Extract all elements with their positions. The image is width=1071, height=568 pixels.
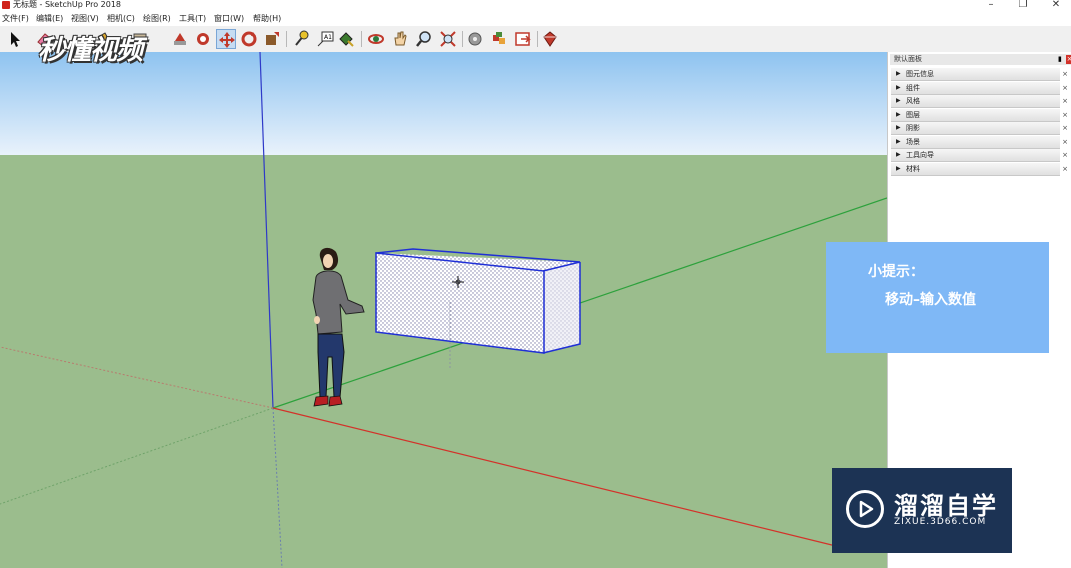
- menu-window[interactable]: 窗口(W): [214, 12, 244, 25]
- tip-body: 移动–输入数值: [885, 292, 976, 308]
- tray-label: 风格: [906, 97, 920, 105]
- text-icon[interactable]: A1: [315, 29, 335, 49]
- zoom-extents-icon[interactable]: [438, 29, 458, 49]
- components-icon[interactable]: [489, 29, 509, 49]
- expand-arrow-icon: ▶: [896, 138, 901, 145]
- panel-header: 默认面板 ▮ ×: [890, 54, 1071, 65]
- tray-close-icon[interactable]: ×: [1061, 149, 1069, 161]
- pan-icon[interactable]: [390, 29, 410, 49]
- tray-entity-info[interactable]: ▶ 图元信息: [891, 68, 1060, 81]
- minimize-button[interactable]: –: [976, 0, 1006, 11]
- tray-styles[interactable]: ▶ 风格: [891, 95, 1060, 108]
- zoom-icon[interactable]: [414, 29, 434, 49]
- sketchup-app-icon: [2, 1, 10, 9]
- pin-icon[interactable]: ▮: [1058, 54, 1062, 65]
- tape-measure-icon[interactable]: [291, 29, 311, 49]
- expand-arrow-icon: ▶: [896, 97, 901, 104]
- ruby-icon[interactable]: [540, 29, 560, 49]
- tray-close-icon[interactable]: ×: [1061, 82, 1069, 94]
- brand-watermark: 溜溜自学 ZIXUE.3D66.COM: [832, 468, 1012, 553]
- expand-arrow-icon: ▶: [896, 124, 901, 131]
- expand-arrow-icon: ▶: [896, 111, 901, 118]
- panel-close-icon[interactable]: ×: [1066, 55, 1071, 64]
- restore-button[interactable]: ❐: [1008, 0, 1038, 11]
- tray-layers[interactable]: ▶ 图层: [891, 109, 1060, 122]
- rotate-icon[interactable]: [239, 29, 259, 49]
- svg-text:A1: A1: [324, 34, 332, 41]
- tray-close-icon[interactable]: ×: [1061, 122, 1069, 134]
- move-icon[interactable]: [216, 29, 236, 49]
- toolbar-separator: [462, 31, 463, 47]
- video-watermark-logo: 秒懂视频: [38, 35, 143, 66]
- tip-title: 小提示：: [868, 264, 924, 280]
- tray-label: 阴影: [906, 124, 920, 132]
- menu-bar: 文件(F) 编辑(E) 视图(V) 相机(C) 绘图(R) 工具(T) 窗口(W…: [0, 11, 1071, 26]
- expand-arrow-icon: ▶: [896, 151, 901, 158]
- 3d-viewport[interactable]: [0, 52, 887, 568]
- menu-help[interactable]: 帮助(H): [253, 12, 281, 25]
- select-icon[interactable]: [5, 29, 25, 49]
- tray-close-icon[interactable]: ×: [1061, 109, 1069, 121]
- toolbar-separator: [286, 31, 287, 47]
- extension-icon[interactable]: [513, 29, 533, 49]
- menu-camera[interactable]: 相机(C): [107, 12, 135, 25]
- tray-materials[interactable]: ▶ 材料: [891, 163, 1060, 176]
- toolbar-separator: [361, 31, 362, 47]
- tip-overlay: 小提示： 移动–输入数值: [826, 242, 1049, 353]
- scale-icon[interactable]: [262, 29, 282, 49]
- menu-draw[interactable]: 绘图(R): [143, 12, 171, 25]
- tray-shadows[interactable]: ▶ 阴影: [891, 122, 1060, 135]
- title-bar: 无标题 - SketchUp Pro 2018 – ❐ ✕: [0, 0, 1071, 11]
- tray-close-icon[interactable]: ×: [1061, 136, 1069, 148]
- toolbar-separator: [537, 31, 538, 47]
- tray-close-icon[interactable]: ×: [1061, 68, 1069, 80]
- warehouse-icon[interactable]: [465, 29, 485, 49]
- tray-label: 组件: [906, 84, 920, 92]
- menu-file[interactable]: 文件(F): [2, 12, 29, 25]
- tray-instructor[interactable]: ▶ 工具向导: [891, 149, 1060, 162]
- tray-label: 场景: [906, 138, 920, 146]
- brand-url: ZIXUE.3D66.COM: [894, 517, 987, 527]
- tray-components[interactable]: ▶ 组件: [891, 82, 1060, 95]
- brand-name: 溜溜自学: [894, 492, 998, 520]
- tray-label: 工具向导: [906, 151, 934, 159]
- tray-close-icon[interactable]: ×: [1061, 95, 1069, 107]
- menu-edit[interactable]: 编辑(E): [36, 12, 63, 25]
- menu-view[interactable]: 视图(V): [71, 12, 99, 25]
- tray-close-icon[interactable]: ×: [1061, 163, 1069, 175]
- paint-icon[interactable]: [336, 29, 356, 49]
- tray-scenes[interactable]: ▶ 场景: [891, 136, 1060, 149]
- orbit-icon[interactable]: [366, 29, 386, 49]
- tray-label: 材料: [906, 165, 920, 173]
- expand-arrow-icon: ▶: [896, 70, 901, 77]
- tray-label: 图元信息: [906, 70, 934, 78]
- panel-title: 默认面板: [894, 55, 922, 63]
- menu-tools[interactable]: 工具(T): [179, 12, 206, 25]
- ground: [0, 155, 887, 568]
- tray-label: 图层: [906, 111, 920, 119]
- play-logo-icon: [846, 490, 884, 528]
- window-title: 无标题 - SketchUp Pro 2018: [13, 0, 121, 9]
- expand-arrow-icon: ▶: [896, 165, 901, 172]
- expand-arrow-icon: ▶: [896, 84, 901, 91]
- close-button[interactable]: ✕: [1041, 0, 1071, 11]
